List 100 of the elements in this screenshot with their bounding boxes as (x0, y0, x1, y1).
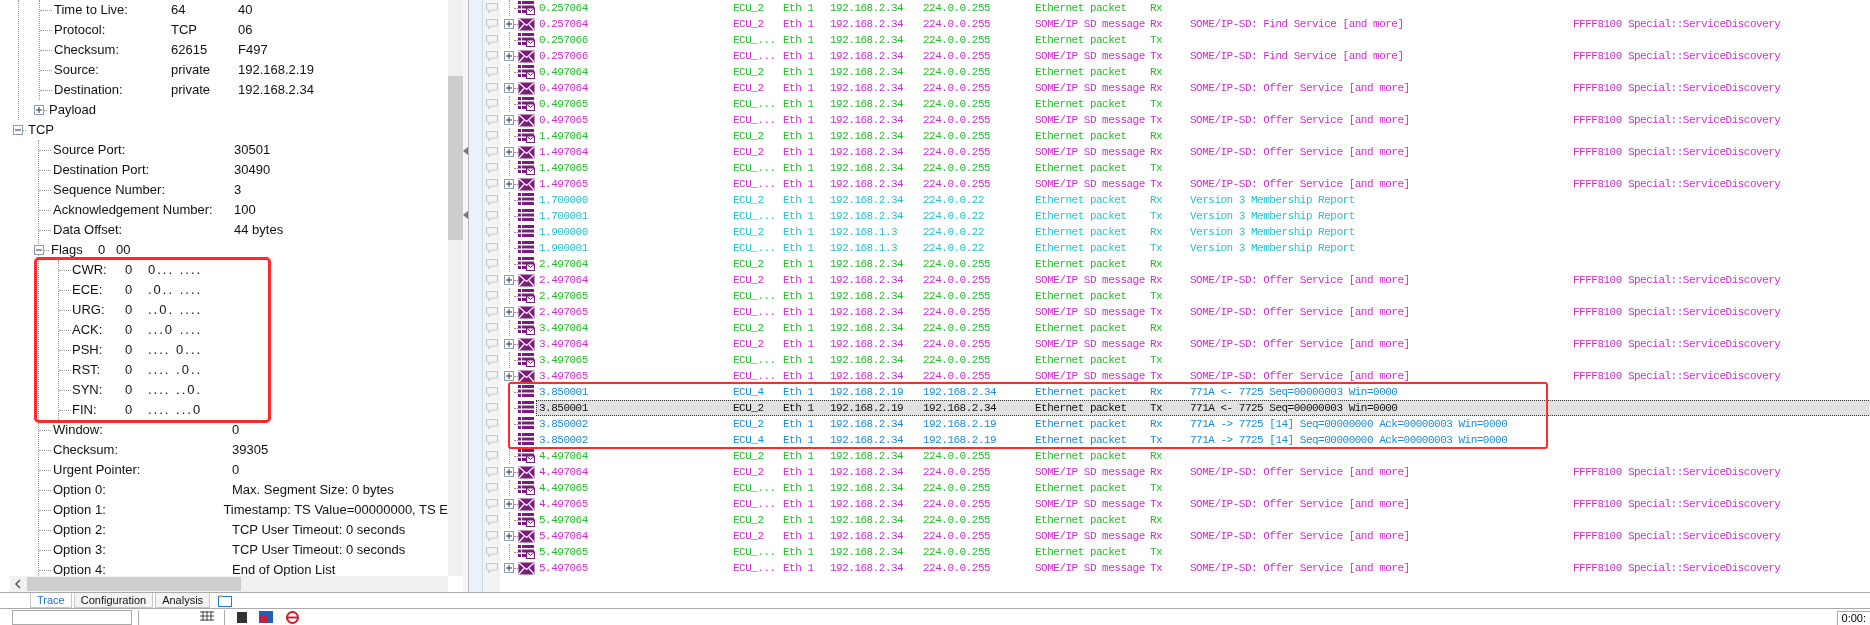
flag-value: 0 (125, 321, 134, 340)
comment-icon[interactable] (485, 34, 498, 46)
info-cell-text: SOME/IP-SD: Find Service [and more] (1190, 48, 1405, 64)
collapse-arrow-icon[interactable] (463, 211, 468, 219)
comment-icon[interactable] (485, 434, 498, 446)
ecu-cell-text: ECU_2 (733, 256, 765, 272)
direction-cell-text: Rx (1150, 336, 1164, 352)
expand-toggle[interactable] (504, 19, 514, 29)
comment-icon[interactable] (485, 530, 498, 542)
expand-toggle[interactable] (504, 51, 514, 61)
direction-cell-text: Tx (1150, 208, 1164, 224)
expand-toggle[interactable] (504, 307, 514, 317)
direction-cell-text: Tx (1150, 544, 1164, 560)
expand-toggle[interactable] (504, 467, 514, 477)
source-cell-text: 192.168.2.34 (830, 96, 905, 112)
comment-icon[interactable] (485, 482, 498, 494)
info-cell-text: SOME/IP-SD: Offer Service [and more] (1190, 368, 1411, 384)
ecu-cell-text: ECU_2 (733, 224, 765, 240)
cylinder-icon[interactable] (237, 611, 247, 623)
comment-icon[interactable] (485, 386, 498, 398)
tab[interactable]: Trace (30, 593, 72, 608)
comment-icon[interactable] (485, 146, 498, 158)
expand-toggle[interactable] (504, 339, 514, 349)
source-cell-text: 192.168.2.34 (830, 464, 905, 480)
status-time: 0:00: (1836, 611, 1870, 625)
field-label: Sequence Number: (53, 181, 166, 200)
comment-icon[interactable] (485, 18, 498, 30)
source-cell-text: 192.168.2.34 (830, 272, 905, 288)
envelope-icon (518, 145, 535, 159)
flag-bits: 0... .... (148, 261, 203, 280)
comment-icon[interactable] (485, 258, 498, 270)
comment-icon[interactable] (485, 226, 498, 238)
expand-toggle[interactable] (504, 147, 514, 157)
time-cell-text: 0.257064 (538, 0, 589, 16)
comment-icon[interactable] (485, 242, 498, 254)
comment-icon[interactable] (485, 450, 498, 462)
message-frame-icon (518, 513, 535, 527)
destination-cell-text: 224.0.0.255 (923, 464, 992, 480)
expand-toggle[interactable] (504, 83, 514, 93)
collapse-toggle[interactable] (13, 125, 23, 135)
vertical-scrollbar[interactable] (448, 0, 463, 576)
window-icon[interactable] (218, 595, 233, 607)
time-cell-text: 0.497064 (538, 64, 589, 80)
stop-icon[interactable] (286, 610, 299, 624)
comment-icon[interactable] (485, 338, 498, 350)
expand-toggle[interactable] (504, 371, 514, 381)
comment-icon[interactable] (485, 370, 498, 382)
expand-toggle[interactable] (504, 115, 514, 125)
comment-icon[interactable] (485, 402, 498, 414)
comment-icon[interactable] (485, 194, 498, 206)
horizontal-scrollbar[interactable] (10, 576, 448, 592)
collapse-toggle[interactable] (34, 245, 44, 255)
comment-icon[interactable] (485, 114, 498, 126)
comment-icon[interactable] (485, 562, 498, 574)
tab[interactable]: Analysis (155, 593, 211, 608)
source-cell-text: 192.168.2.34 (830, 80, 905, 96)
comment-icon[interactable] (485, 290, 498, 302)
direction-cell-text: Tx (1150, 480, 1164, 496)
flag-value: 0 (125, 301, 134, 320)
comment-icon[interactable] (485, 274, 498, 286)
source-cell-text: 192.168.2.34 (830, 544, 905, 560)
grid-icon[interactable] (200, 611, 214, 623)
comment-icon[interactable] (485, 306, 498, 318)
expand-toggle[interactable] (504, 531, 514, 541)
expand-toggle[interactable] (504, 563, 514, 573)
comment-icon[interactable] (485, 66, 498, 78)
comment-icon[interactable] (485, 322, 498, 334)
selected-row[interactable]: 3.850001 ECU_2 Eth 1 192.168.2.19 192.168.2.34 Ethernet packet Tx 771A <- 7725 Seq=00000003 Win=0000 (536, 400, 1870, 416)
collapse-arrow-icon[interactable] (463, 147, 468, 155)
envelope-icon (518, 273, 535, 287)
comment-icon[interactable] (485, 98, 498, 110)
expand-toggle[interactable] (34, 105, 44, 115)
source-cell-text: 192.168.2.34 (830, 496, 905, 512)
info-cell-text: SOME/IP-SD: Find Service [and more] (1190, 16, 1405, 32)
comment-icon[interactable] (485, 50, 498, 62)
comment-icon[interactable] (485, 210, 498, 222)
expand-toggle[interactable] (504, 179, 514, 189)
source-cell-text: 192.168.2.34 (830, 288, 905, 304)
comment-icon[interactable] (485, 546, 498, 558)
direction-cell-text: Tx (1150, 48, 1164, 64)
field-label: Option 3: (53, 541, 107, 560)
comment-icon[interactable] (485, 514, 498, 526)
comment-icon[interactable] (485, 178, 498, 190)
tab[interactable]: Configuration (73, 593, 154, 608)
time-cell-text: 5.497064 (538, 528, 589, 544)
comment-icon[interactable] (485, 130, 498, 142)
direction-cell-text: Rx (1150, 256, 1164, 272)
destination-cell-text: 224.0.0.255 (923, 96, 992, 112)
expand-toggle[interactable] (504, 499, 514, 509)
direction-cell-text: Rx (1150, 272, 1164, 288)
comment-icon[interactable] (485, 2, 498, 14)
comment-icon[interactable] (485, 466, 498, 478)
comment-icon[interactable] (485, 498, 498, 510)
comment-icon[interactable] (485, 418, 498, 430)
comment-icon[interactable] (485, 354, 498, 366)
expand-toggle[interactable] (504, 275, 514, 285)
comment-icon[interactable] (485, 162, 498, 174)
comment-icon[interactable] (485, 82, 498, 94)
ecu-cell-text: ECU_... (733, 304, 777, 320)
field-value: TCP (171, 21, 198, 40)
